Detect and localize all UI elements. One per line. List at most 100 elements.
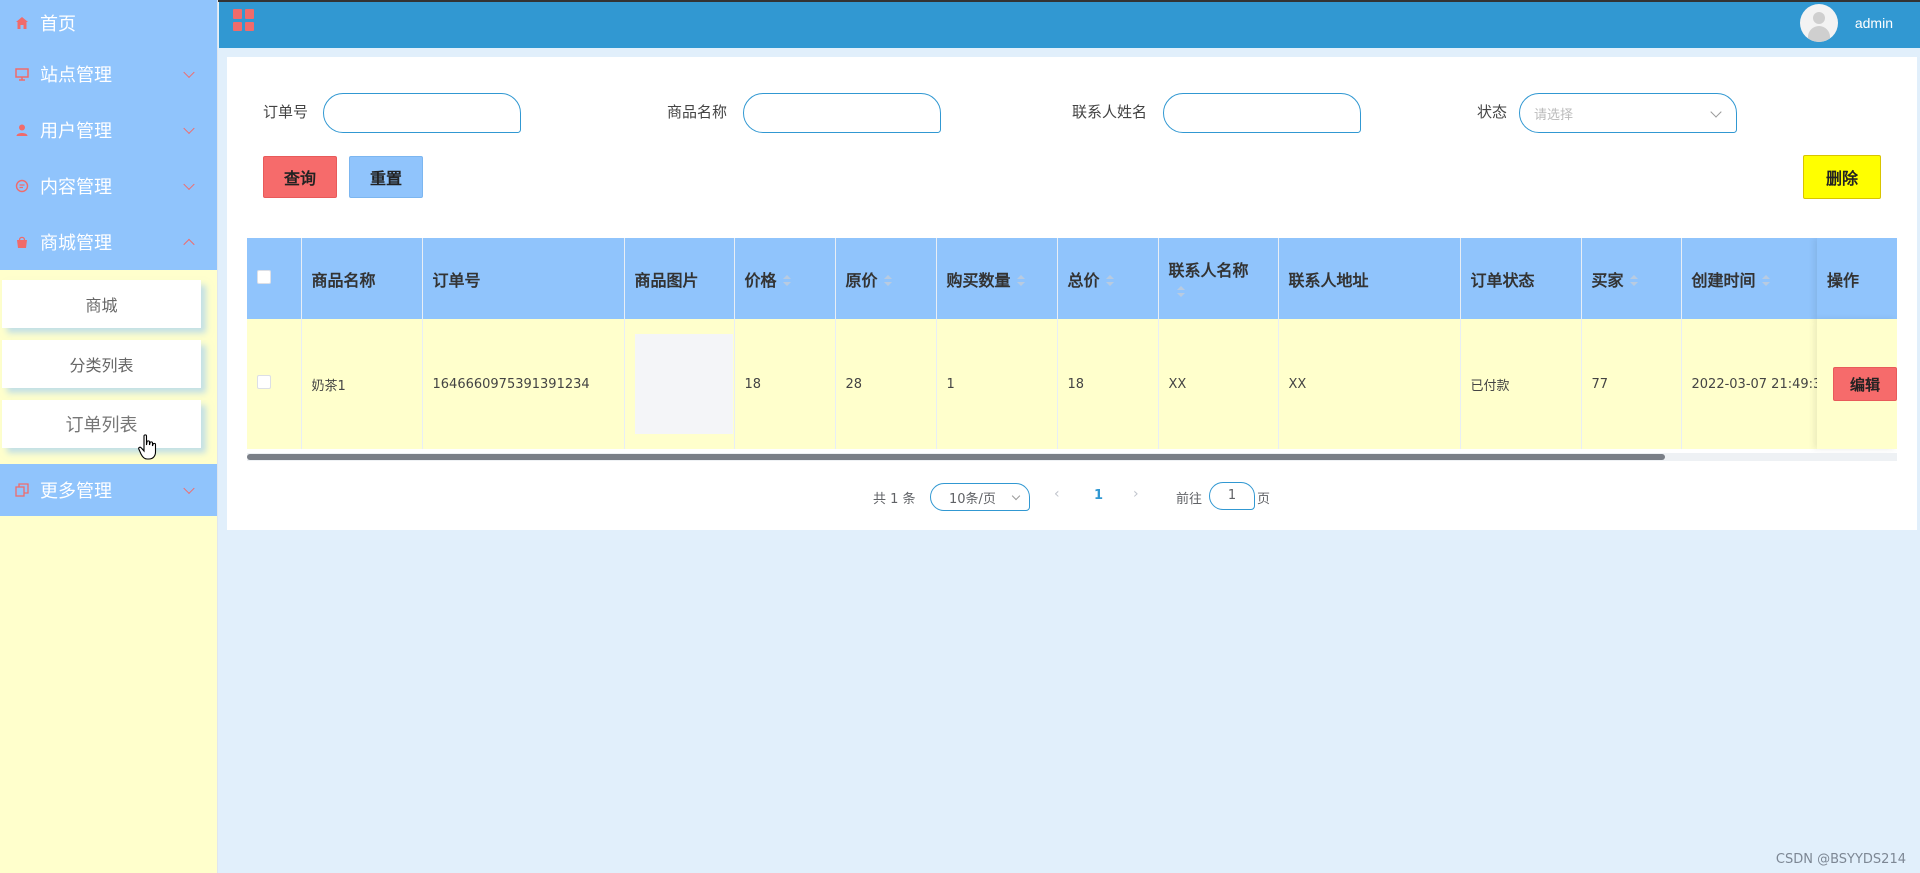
sidebar-item-home[interactable]: 首页 [0, 0, 217, 46]
cell-product-name: 奶茶1 [301, 319, 423, 449]
sidebar-item-label: 内容管理 [40, 177, 112, 198]
sort-icon[interactable] [1761, 275, 1770, 287]
col-header-operation: 操作 [1817, 238, 1897, 319]
reset-button[interactable]: 重置 [349, 156, 423, 198]
sidebar-item-label: 站点管理 [40, 65, 112, 86]
sidebar-item-site[interactable]: 站点管理 [0, 46, 217, 102]
monitor-icon [14, 66, 30, 82]
chevron-down-icon [183, 66, 195, 79]
main-panel: 订单号 商品名称 联系人姓名 状态 请选择 查询 重置 删除 商品名称 订单号 … [227, 57, 1917, 530]
sidebar-item-users[interactable]: 用户管理 [0, 102, 217, 158]
delete-button[interactable]: 删除 [1803, 155, 1881, 199]
sidebar-subitem-label: 分类列表 [69, 356, 134, 375]
edit-button[interactable]: 编辑 [1833, 367, 1897, 401]
grid-menu-icon[interactable] [233, 9, 255, 31]
product-image [634, 334, 733, 434]
orders-table: 商品名称 订单号 商品图片 价格 原价 购买数量 总价 联系人名称 联系人地址 … [247, 238, 1897, 470]
copy-icon [14, 482, 30, 498]
sidebar-subitem-label: 商城 [85, 296, 118, 315]
chevron-up-icon [183, 238, 195, 251]
sort-icon[interactable] [1016, 275, 1025, 287]
sidebar-item-label: 更多管理 [40, 481, 112, 502]
sidebar-item-mall[interactable]: 商城管理 [0, 214, 217, 270]
contact-name-input[interactable] [1163, 93, 1361, 133]
page-suffix: 页 [1257, 492, 1271, 507]
message-icon [14, 178, 30, 194]
row-checkbox[interactable] [257, 375, 271, 389]
page-number[interactable]: 1 [1094, 488, 1103, 503]
sidebar-item-label: 商城管理 [40, 233, 112, 254]
col-header: 联系人地址 [1278, 238, 1461, 319]
status-label: 状态 [1477, 103, 1508, 121]
cell-total: 18 [1057, 319, 1159, 449]
next-page-icon[interactable]: › [1133, 486, 1139, 502]
scrollbar-thumb[interactable] [247, 454, 1665, 460]
sort-icon[interactable] [883, 275, 892, 287]
watermark: CSDN @BSYYDS214 [1775, 852, 1906, 867]
sidebar-subitem-mall[interactable]: 商城 [2, 280, 201, 328]
col-header-sortable[interactable]: 联系人名称 [1158, 238, 1279, 319]
order-no-label: 订单号 [263, 103, 309, 121]
query-button[interactable]: 查询 [263, 156, 337, 198]
col-header: 订单号 [422, 238, 625, 319]
page-size-select[interactable]: 10条/页 [930, 483, 1030, 511]
cell-quantity: 1 [936, 319, 1058, 449]
chevron-down-icon [183, 122, 195, 135]
sidebar-subitem-order-list[interactable]: 订单列表 [2, 400, 201, 448]
chevron-down-icon [183, 178, 195, 191]
pagination-total: 共 1 条 [873, 492, 916, 507]
horizontal-scrollbar[interactable] [247, 453, 1897, 461]
col-header-sortable[interactable]: 价格 [734, 238, 836, 319]
product-name-input[interactable] [743, 93, 941, 133]
sidebar-item-more[interactable]: 更多管理 [0, 464, 217, 516]
chevron-down-icon [1710, 106, 1722, 118]
chevron-down-icon [1011, 491, 1021, 501]
sort-icon[interactable] [1105, 275, 1114, 287]
user-icon [14, 122, 30, 138]
cell-created-at: 2022-03-07 21:49:3 [1681, 319, 1818, 449]
cell-original-price: 28 [835, 319, 937, 449]
hand-cursor-icon [138, 434, 157, 460]
sidebar-subitem-category-list[interactable]: 分类列表 [2, 340, 201, 388]
sort-icon[interactable] [782, 275, 791, 287]
col-header-sortable[interactable]: 总价 [1057, 238, 1159, 319]
cell-product-image [624, 319, 735, 449]
sort-icon[interactable] [1629, 275, 1638, 287]
col-header: 商品图片 [624, 238, 735, 319]
chevron-down-icon [183, 482, 195, 495]
row-select-cell[interactable] [247, 319, 302, 449]
prev-page-icon[interactable]: ‹ [1054, 486, 1060, 502]
goto-page-input[interactable]: 1 [1209, 482, 1255, 510]
avatar[interactable] [1800, 4, 1838, 42]
order-no-input[interactable] [323, 93, 521, 133]
goto-label: 前往 [1176, 492, 1203, 507]
page-size-value: 10条/页 [949, 491, 996, 507]
sidebar-item-label: 用户管理 [40, 121, 112, 142]
col-header: 订单状态 [1460, 238, 1582, 319]
col-header-sortable[interactable]: 原价 [835, 238, 937, 319]
username[interactable]: admin [1855, 15, 1893, 31]
table-header-row: 商品名称 订单号 商品图片 价格 原价 购买数量 总价 联系人名称 联系人地址 … [247, 238, 1897, 319]
sidebar-item-content[interactable]: 内容管理 [0, 158, 217, 214]
select-all-checkbox[interactable] [257, 270, 271, 284]
sort-icon[interactable] [1176, 285, 1185, 298]
cell-contact-address: XX [1278, 319, 1461, 449]
col-header-sortable[interactable]: 购买数量 [936, 238, 1058, 319]
sidebar-item-label: 首页 [40, 14, 76, 35]
operation-cell: 编辑 [1817, 319, 1897, 449]
mall-submenu: 商城 分类列表 订单列表 [0, 270, 217, 464]
table-row: 奶茶1 1646660975391391234 18 28 1 18 XX XX… [247, 319, 1897, 449]
cell-price: 18 [734, 319, 836, 449]
home-icon [14, 15, 30, 31]
pagination: 共 1 条 10条/页 ‹ 1 › 前往 1 页 [227, 480, 1917, 511]
shopping-bag-icon [14, 234, 30, 250]
cell-order-no: 1646660975391391234 [422, 319, 625, 449]
col-header-sortable[interactable]: 买家 [1581, 238, 1682, 319]
col-header-sortable[interactable]: 创建时间 [1681, 238, 1818, 319]
sidebar-subitem-label: 订单列表 [65, 415, 138, 436]
contact-name-label: 联系人姓名 [1072, 103, 1148, 121]
status-select[interactable]: 请选择 [1519, 93, 1737, 133]
operation-column: 操作 编辑 [1817, 238, 1897, 451]
select-all-cell[interactable] [247, 238, 302, 319]
cell-contact-name: XX [1158, 319, 1279, 449]
